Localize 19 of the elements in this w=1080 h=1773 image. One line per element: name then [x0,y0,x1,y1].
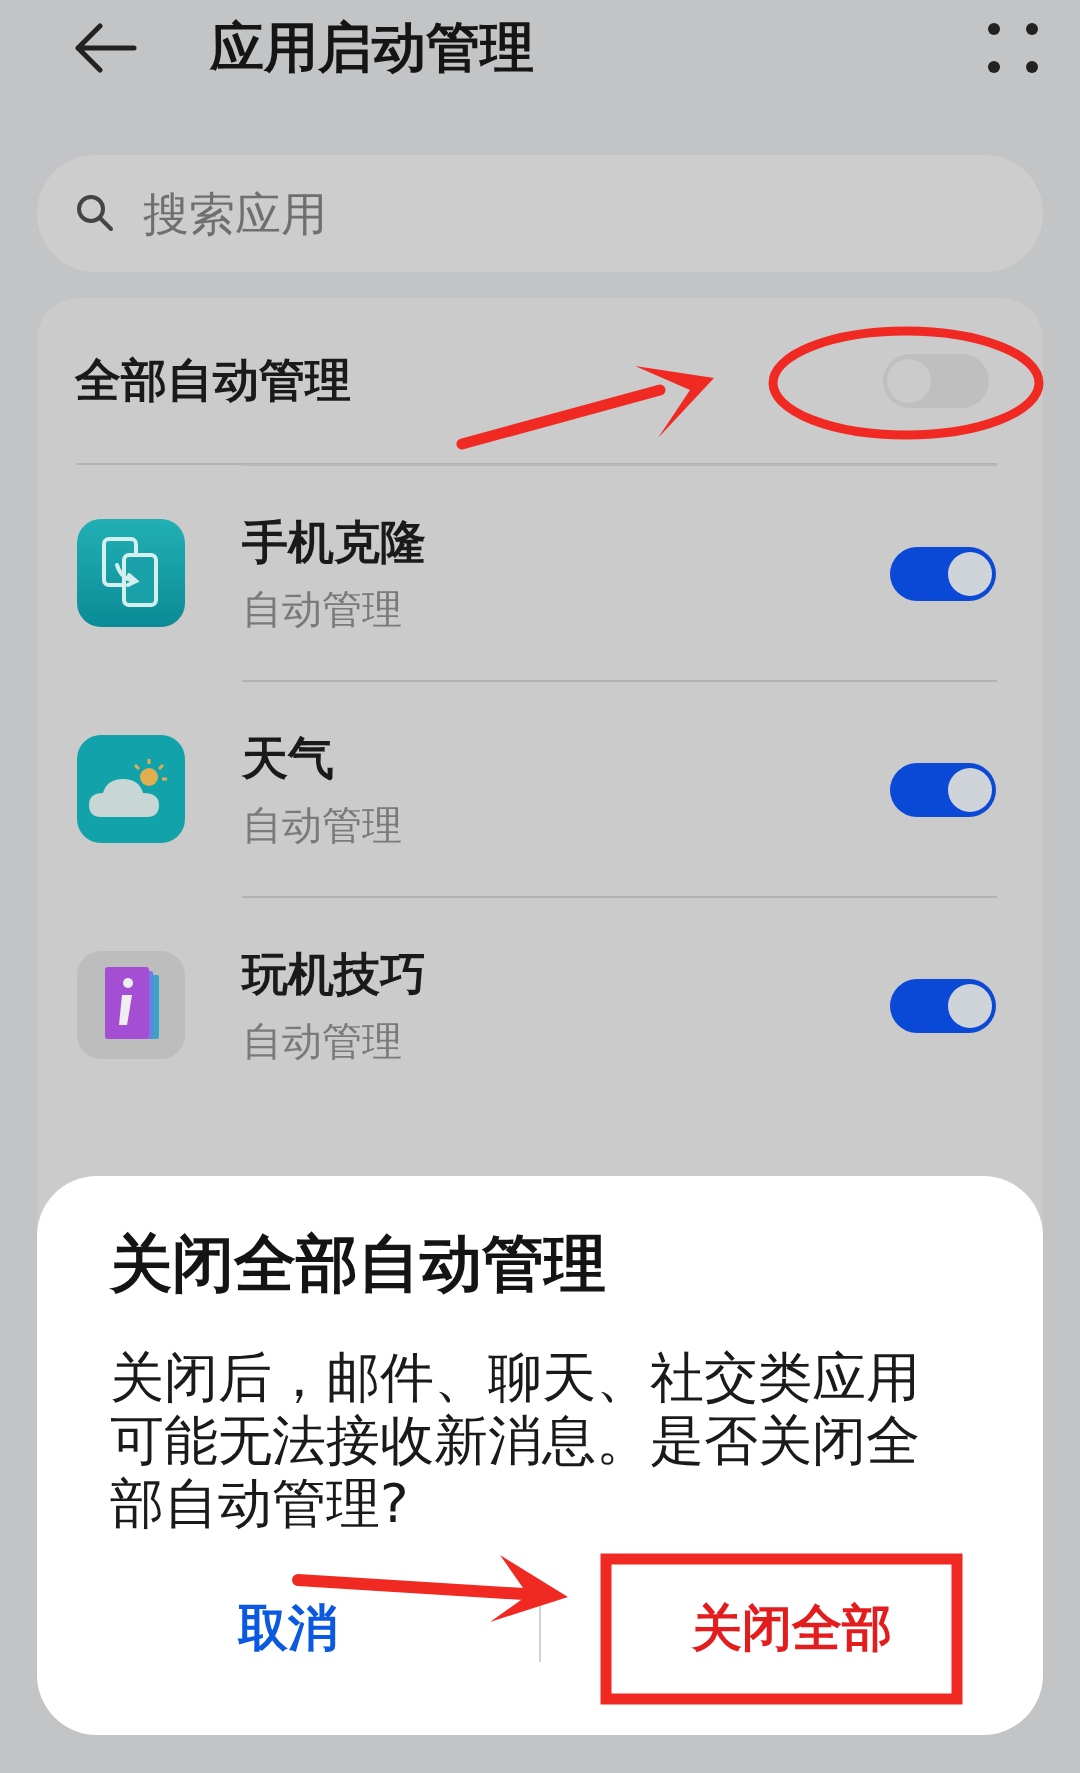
phone-transfer-icon [77,519,185,627]
app-status: 自动管理 [242,800,403,850]
dialog-message: 关闭后，邮件、聊天、社交类应用可能无法接收新消息。是否关闭全部自动管理? [110,1346,921,1535]
dialog-title: 关闭全部自动管理 [110,1228,607,1300]
cancel-button[interactable]: 取消 [37,1578,539,1678]
back-icon[interactable] [74,23,138,73]
more-icon[interactable] [986,21,1040,75]
search-icon [75,193,115,233]
app-name: 天气 [242,729,335,787]
app-name: 玩机技巧 [242,945,427,1003]
app-status: 自动管理 [242,584,403,634]
setting-label: 全部自动管理 [75,351,351,409]
app-status: 自动管理 [242,1016,403,1066]
info-book-icon [77,951,185,1059]
page-title: 应用启动管理 [210,14,535,81]
cloud-sun-icon [77,735,185,843]
search-field[interactable]: 搜索应用 [37,155,1043,272]
app-name: 手机克隆 [242,513,427,571]
confirm-button[interactable]: 关闭全部 [541,1578,1043,1678]
